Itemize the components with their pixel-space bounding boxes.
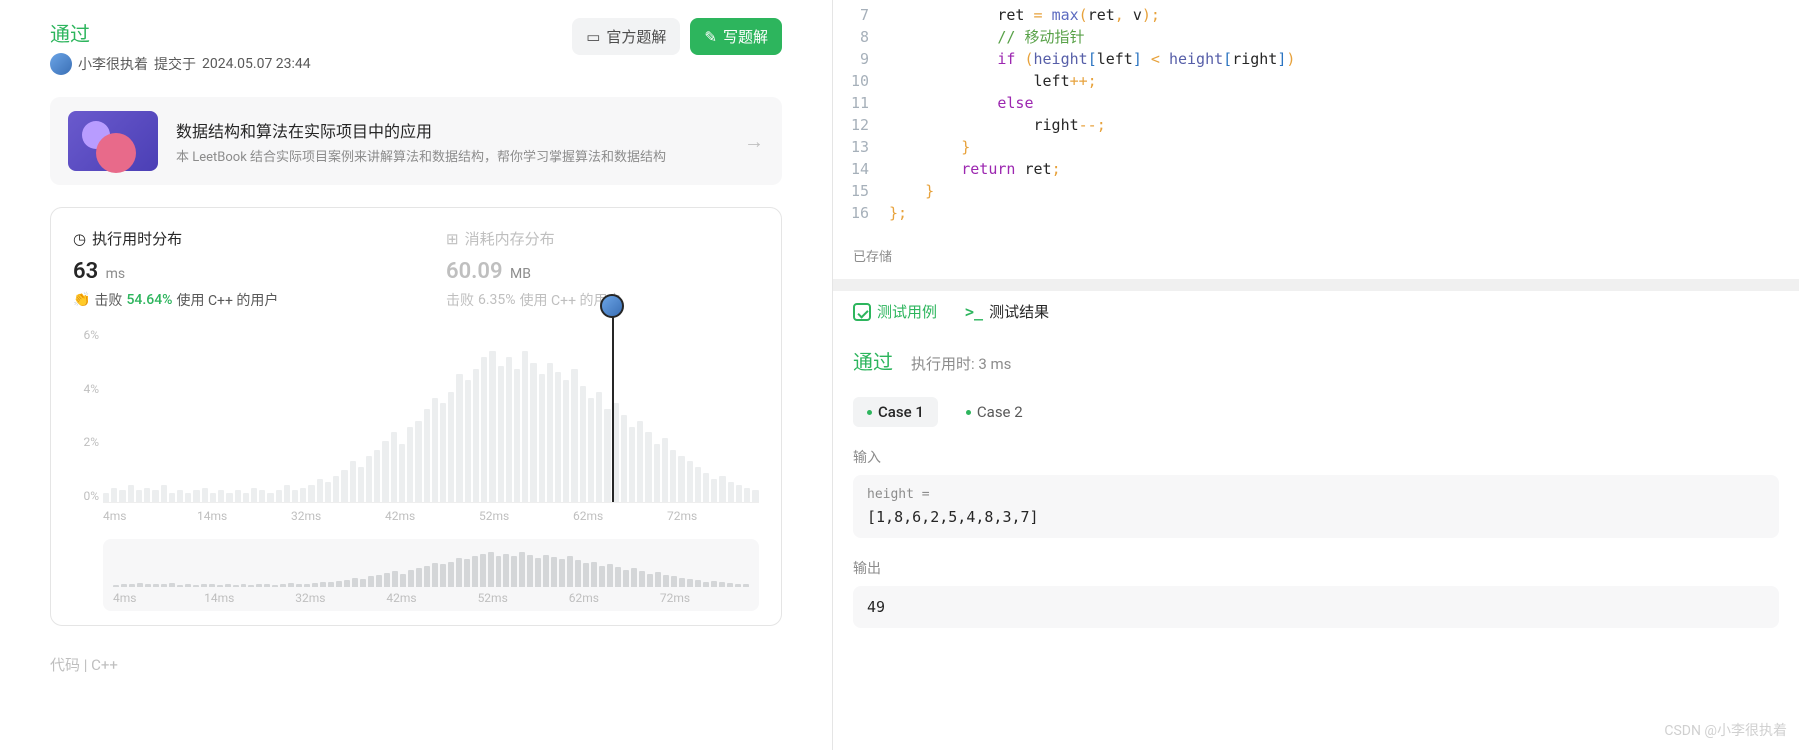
runtime-chart: 6%4%2%0% 4ms14ms32ms42ms52ms62ms72ms 4ms… — [73, 328, 759, 611]
promo-desc: 本 LeetBook 结合实际项目案例来讲解算法和数据结构，帮你学习掌握算法和数… — [176, 146, 726, 165]
right-panel: 7 ret = max(ret, v);8 // 移动指针9 if (heigh… — [832, 0, 1799, 750]
case-tab-1[interactable]: Case 1 — [853, 397, 938, 427]
output-box[interactable]: 49 — [853, 586, 1779, 628]
result-tabs: 测试用例 >_ 测试结果 — [833, 279, 1799, 332]
submit-label: 提交于 — [154, 54, 196, 74]
memory-beat-pct: 6.35% — [478, 292, 516, 308]
stats-card: ◷执行用时分布 63 ms 👏 击败 54.64% 使用 C++ 的用户 ⊞消耗… — [50, 207, 782, 626]
promo-thumbnail — [68, 111, 158, 171]
arrow-right-icon: → — [744, 129, 764, 154]
memory-value: 60.09 — [446, 259, 503, 284]
promo-title: 数据结构和算法在实际项目中的应用 — [176, 118, 726, 142]
memory-icon: ⊞ — [446, 230, 459, 248]
watermark: CSDN @小李很执着 — [1664, 720, 1787, 740]
avatar[interactable] — [50, 53, 72, 75]
chart-bars[interactable] — [103, 328, 759, 503]
chart-minimap[interactable]: 4ms14ms32ms42ms52ms62ms72ms — [103, 539, 759, 611]
save-status: 已存储 — [833, 232, 1799, 279]
runtime-stat[interactable]: ◷执行用时分布 63 ms 👏 击败 54.64% 使用 C++ 的用户 — [73, 228, 386, 310]
case-tab-2[interactable]: Case 2 — [952, 397, 1037, 427]
input-value: [1,8,6,2,5,4,8,3,7] — [867, 508, 1765, 526]
status-text: 通过 — [50, 18, 311, 47]
terminal-icon: >_ — [965, 303, 983, 321]
book-icon: ▭ — [586, 28, 600, 46]
clock-icon: ◷ — [73, 230, 86, 248]
submission-panel: 通过 小李很执着 提交于 2024.05.07 23:44 ▭ 官方题解 ✎ 写… — [0, 0, 832, 750]
tab-result[interactable]: >_ 测试结果 — [965, 301, 1049, 322]
submitter-row: 小李很执着 提交于 2024.05.07 23:44 — [50, 53, 311, 75]
write-solution-button[interactable]: ✎ 写题解 — [690, 18, 782, 55]
result-status: 通过 — [853, 346, 893, 375]
output-label: 输出 — [853, 558, 1779, 578]
runtime-beat-pct: 54.64% — [126, 292, 172, 308]
code-editor[interactable]: 7 ret = max(ret, v);8 // 移动指针9 if (heigh… — [833, 0, 1799, 232]
chart-y-axis: 6%4%2%0% — [75, 328, 103, 503]
promo-card[interactable]: 数据结构和算法在实际项目中的应用 本 LeetBook 结合实际项目案例来讲解算… — [50, 97, 782, 185]
chart-x-axis: 4ms14ms32ms42ms52ms62ms72ms — [103, 509, 759, 523]
tab-testcase[interactable]: 测试用例 — [853, 301, 937, 322]
status-dot-icon — [966, 410, 971, 415]
username[interactable]: 小李很执着 — [78, 54, 148, 74]
runtime-value: 63 — [73, 259, 98, 284]
result-time: 执行用时: 3 ms — [911, 353, 1011, 374]
status-dot-icon — [867, 410, 872, 415]
edit-icon: ✎ — [704, 28, 717, 46]
input-box[interactable]: height = [1,8,6,2,5,4,8,3,7] — [853, 475, 1779, 538]
official-solution-button[interactable]: ▭ 官方题解 — [572, 18, 680, 55]
code-section-label: 代码 | C++ — [50, 654, 782, 675]
submit-time: 2024.05.07 23:44 — [202, 56, 311, 72]
clap-icon: 👏 — [73, 292, 90, 308]
check-icon — [853, 303, 871, 321]
output-value: 49 — [867, 598, 1765, 616]
input-label: 输入 — [853, 447, 1779, 467]
